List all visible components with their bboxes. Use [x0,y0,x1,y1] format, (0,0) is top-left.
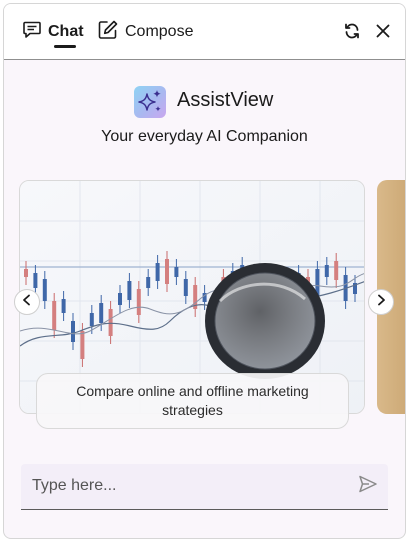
chat-icon [22,20,42,45]
brand-header: AssistView [4,82,405,118]
send-button[interactable] [357,475,379,497]
message-composer [21,464,388,510]
tab-chat[interactable]: Chat [22,19,84,45]
suggestion-carousel: Compare online and offline marketing str… [4,180,405,429]
chevron-right-icon [375,293,387,311]
compose-icon [97,19,119,46]
message-input[interactable] [21,464,341,508]
app-name: AssistView [177,89,274,111]
send-icon [358,474,378,499]
refresh-button[interactable] [342,23,362,43]
tab-compose-label: Compose [125,23,194,40]
suggestion-caption[interactable]: Compare online and offline marketing str… [36,373,349,429]
active-tab-indicator [54,45,76,48]
panel-header: Chat Compose [4,4,405,60]
refresh-icon [343,22,361,45]
tagline: Your everyday AI Companion [101,128,308,145]
tab-compose[interactable]: Compose [97,19,193,45]
close-icon [375,23,391,44]
assistant-panel: Chat Compose AssistView Your everyday AI… [3,3,406,539]
carousel-prev-button[interactable] [14,289,40,315]
tab-chat-label: Chat [48,23,84,40]
sparkle-logo-icon [134,86,166,118]
carousel-next-button[interactable] [368,289,394,315]
chevron-left-icon [21,293,33,311]
close-button[interactable] [373,23,393,43]
